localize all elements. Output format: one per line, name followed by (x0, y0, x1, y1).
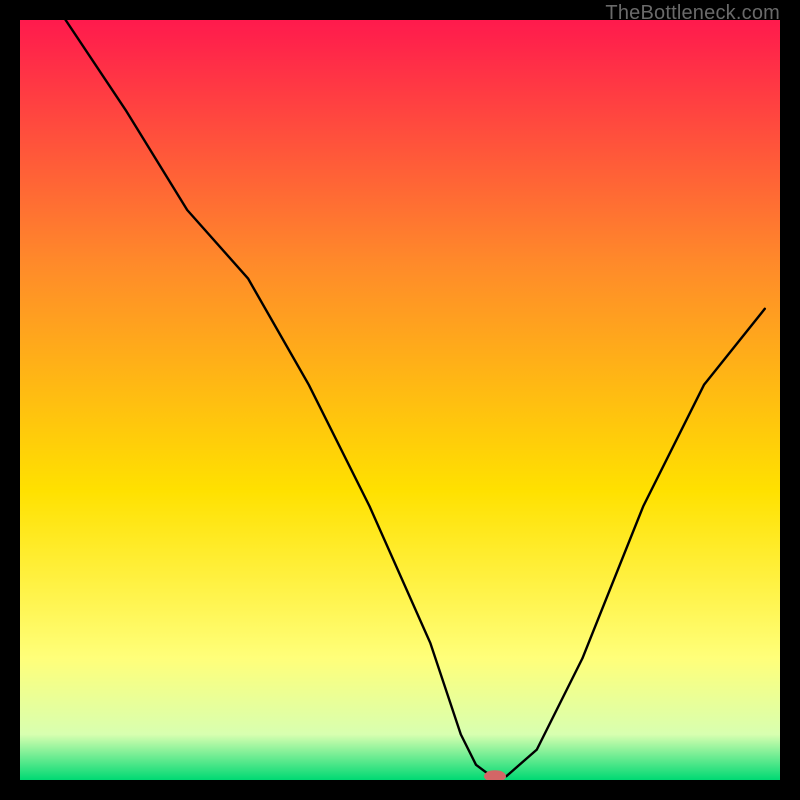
gradient-background (20, 20, 780, 780)
plot-area (20, 20, 780, 780)
chart-svg (20, 20, 780, 780)
chart-frame: TheBottleneck.com (0, 0, 800, 800)
